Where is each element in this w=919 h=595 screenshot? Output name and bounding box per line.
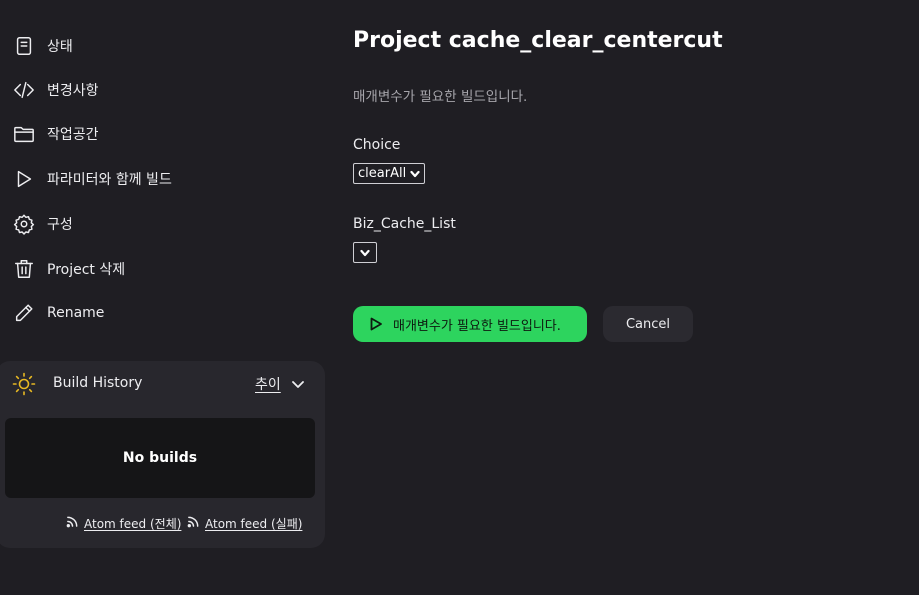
rss-icon (66, 516, 78, 528)
chevron-down-icon (410, 170, 420, 177)
folder-icon (12, 122, 36, 146)
pencil-icon (12, 301, 36, 325)
page-title: Project cache_clear_centercut (353, 28, 723, 53)
sidebar-item-label: 작업공간 (47, 127, 99, 143)
build-button[interactable]: 매개변수가 필요한 빌드입니다. (353, 306, 587, 342)
choice-label: Choice (353, 137, 401, 153)
sidebar-item-label: 변경사항 (47, 83, 99, 99)
sidebar-item-label: 파라미터와 함께 빌드 (47, 172, 172, 188)
build-button-label: 매개변수가 필요한 빌드입니다. (393, 318, 561, 334)
page: 상태 변경사항 작업공간 파라미터와 함께 빌드 구성 Project 삭제 R… (0, 0, 919, 595)
sidebar-item-label: 상태 (47, 39, 73, 55)
build-history-panel: Build History 추이 No builds Atom feed (전체… (0, 361, 325, 548)
sidebar-item-label: 구성 (47, 217, 73, 233)
rss-icon (187, 516, 199, 528)
build-description: 매개변수가 필요한 빌드입니다. (353, 89, 528, 105)
play-icon (370, 317, 382, 331)
play-icon (12, 167, 36, 191)
atom-feed-failed-label: Atom feed (실패) (205, 517, 303, 531)
gear-icon (12, 212, 36, 236)
trend-link[interactable]: 추이 (255, 374, 281, 394)
sidebar-item-configure[interactable]: 구성 (12, 207, 312, 241)
sidebar-item-rename[interactable]: Rename (12, 296, 312, 330)
code-icon (12, 78, 36, 102)
document-icon (12, 34, 36, 58)
sidebar-item-status[interactable]: 상태 (12, 29, 312, 63)
choice-select-value: clearAll (358, 166, 407, 181)
no-builds-message: No builds (5, 418, 315, 498)
atom-feed-all-link[interactable]: Atom feed (전체) (66, 515, 181, 532)
sidebar-item-workspace[interactable]: 작업공간 (12, 117, 312, 151)
choice-select[interactable]: clearAll (353, 163, 426, 184)
sidebar-item-label: Project 삭제 (47, 262, 126, 278)
trash-icon (12, 257, 36, 281)
sidebar: 상태 변경사항 작업공간 파라미터와 함께 빌드 구성 Project 삭제 R… (0, 0, 330, 595)
sidebar-item-build-with-parameters[interactable]: 파라미터와 함께 빌드 (12, 162, 312, 196)
biz-cache-list-label: Biz_Cache_List (353, 216, 456, 232)
sidebar-item-label: Rename (47, 305, 105, 321)
chevron-down-icon[interactable] (290, 376, 306, 392)
atom-feed-failed-link[interactable]: Atom feed (실패) (187, 515, 302, 532)
cancel-button[interactable]: Cancel (603, 306, 693, 342)
build-history-header: Build History 추이 (0, 361, 325, 407)
biz-cache-list-select[interactable] (353, 242, 377, 263)
build-history-title: Build History (53, 375, 143, 391)
sidebar-item-changes[interactable]: 변경사항 (12, 73, 312, 107)
atom-feed-all-label: Atom feed (전체) (84, 517, 182, 531)
sun-icon (12, 372, 36, 396)
sidebar-item-delete-project[interactable]: Project 삭제 (12, 252, 312, 286)
main-content: Project cache_clear_centercut 매개변수가 필요한 … (353, 0, 913, 595)
chevron-down-icon (360, 249, 370, 256)
